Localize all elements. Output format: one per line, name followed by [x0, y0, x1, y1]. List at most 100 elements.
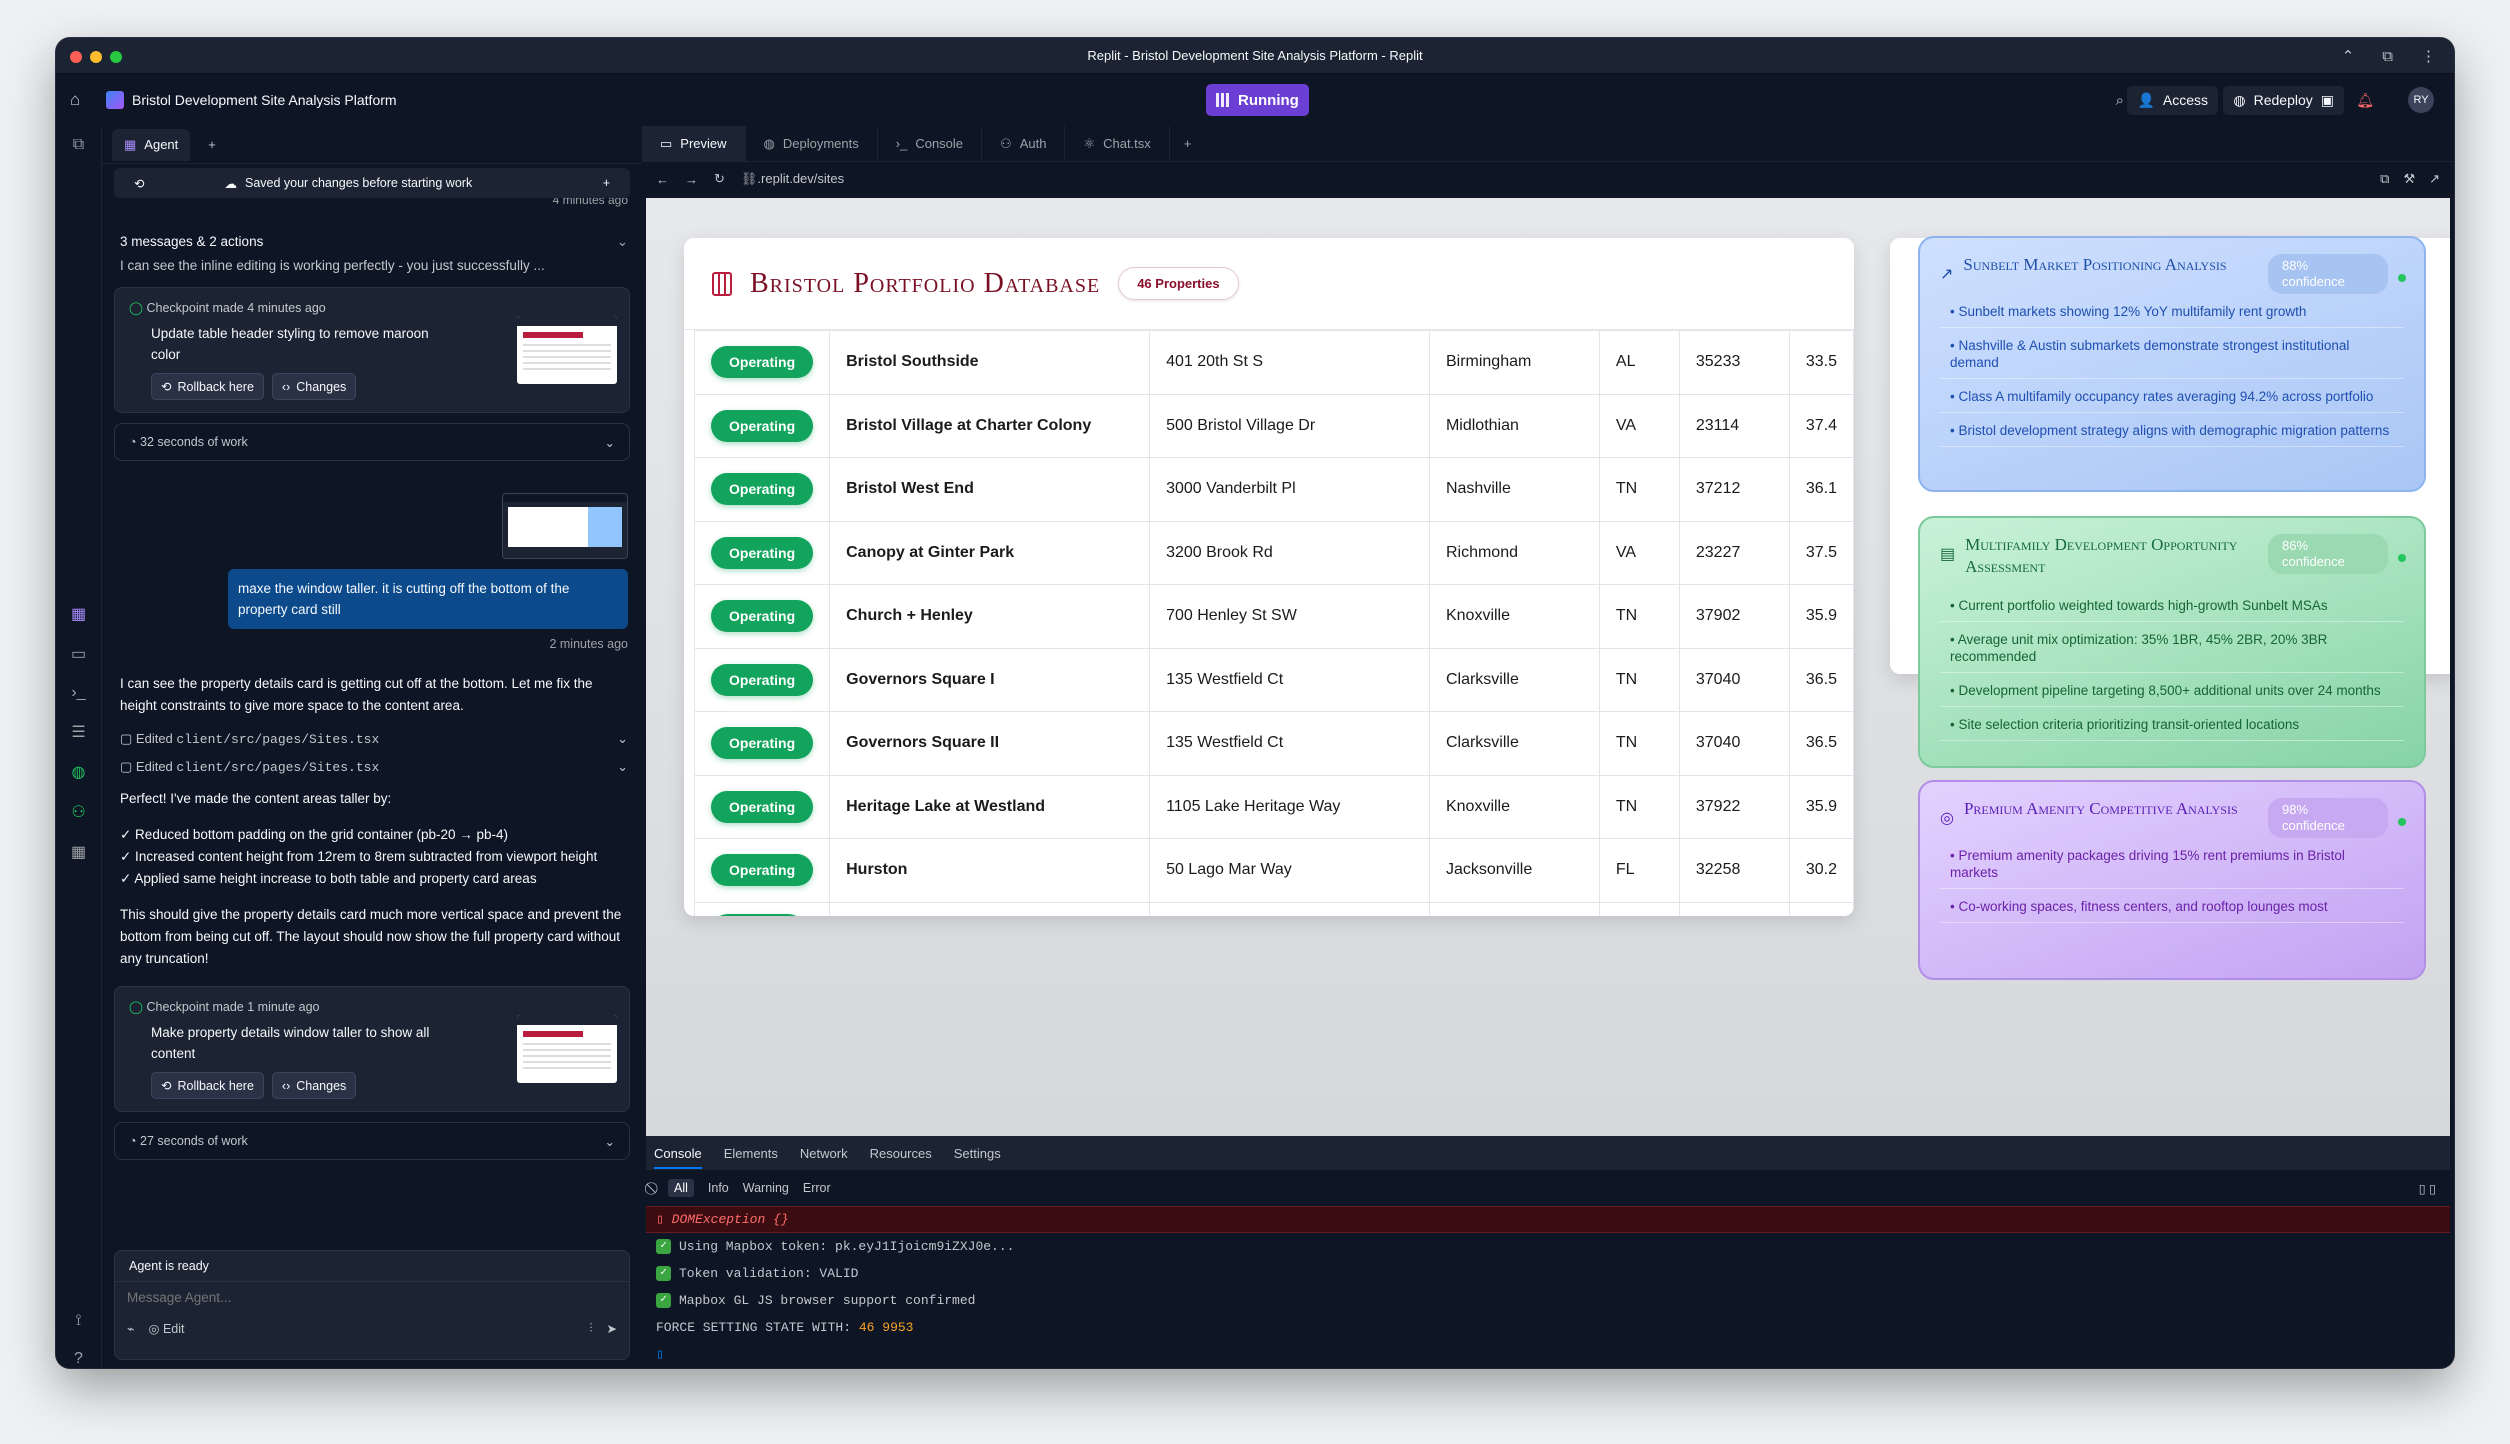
access-button[interactable]: 👤 Access [2127, 86, 2218, 115]
table-row-partial [693, 901, 1854, 916]
status-badge[interactable]: Operating [711, 473, 814, 506]
insight-card[interactable]: ◎ Premium Amenity Competitive Analysis 98%… [1918, 780, 2426, 980]
database-icon[interactable]: ☰ [71, 722, 85, 742]
history-icon[interactable]: ⟲ [134, 176, 144, 191]
table-row[interactable]: Operating Canopy at Ginter Park 3200 Brook… [693, 520, 1854, 585]
filter-warning[interactable]: Warning [743, 1181, 789, 1195]
table-row[interactable]: Operating Bristol Village at Charter Colo… [693, 393, 1854, 458]
chevron-down-icon[interactable]: ⌄ [617, 234, 628, 250]
rollback-button[interactable]: ⟲ Rollback here [151, 1072, 264, 1099]
add-tab-icon[interactable]: + [208, 137, 216, 152]
status-badge-cell [693, 901, 831, 916]
redeploy-button[interactable]: ◍ Redeploy ▣ [2223, 86, 2344, 115]
url-field[interactable]: ⛓.replit.dev/sites [741, 171, 844, 187]
more-icon[interactable]: ⋮ [2421, 47, 2436, 65]
help-icon[interactable]: ? [74, 1350, 83, 1368]
status-badge[interactable]: Operating [711, 663, 814, 696]
dock-icon[interactable]: ▯ ▯ [2419, 1181, 2450, 1196]
user-attachment-thumbnail[interactable] [502, 493, 628, 559]
insight-card[interactable]: ↗ Sunbelt Market Positioning Analysis 88% … [1918, 236, 2426, 492]
devtools-tab-network[interactable]: Network [800, 1146, 848, 1161]
devtools-tab-console[interactable]: Console [654, 1146, 702, 1169]
insight-card[interactable]: ▤ Multifamily Development Opportunity Ass… [1918, 516, 2426, 768]
status-badge[interactable]: Operating [711, 536, 814, 569]
files-icon[interactable]: ⧉ [73, 136, 84, 154]
zoom-window-button[interactable] [110, 51, 122, 63]
devtools-tab-settings[interactable]: Settings [954, 1146, 1001, 1161]
tab-agent[interactable]: ▦ Agent [112, 128, 191, 161]
tab-deployments[interactable]: ◍ Deployments [746, 125, 878, 162]
status-badge[interactable]: Operating [711, 600, 814, 633]
users-rail-icon[interactable]: ⚇ [71, 802, 85, 822]
filter-error[interactable]: Error [803, 1181, 831, 1195]
chevron-down-icon[interactable]: ⌄ [605, 1134, 615, 1149]
rollback-button[interactable]: ⟲ Rollback here [151, 373, 264, 400]
shell-icon[interactable]: ›_ [71, 684, 85, 702]
close-window-button[interactable] [70, 51, 82, 63]
status-badge[interactable]: Operating [711, 854, 814, 887]
deploy-rail-icon[interactable]: ◍ [72, 762, 86, 782]
table-row[interactable]: Operating Governors Square II 135 Westfiel… [693, 711, 1854, 776]
project-name[interactable]: Bristol Development Site Analysis Platfo… [132, 92, 397, 108]
open-external-icon[interactable]: ↗ [2429, 171, 2440, 187]
tab-preview[interactable]: ▭ Preview [642, 125, 746, 162]
table-row[interactable]: Operating Church + Henley 700 Henley St SW… [693, 584, 1854, 649]
tab-console[interactable]: ›_ Console [878, 125, 983, 162]
run-button[interactable]: Running [1206, 84, 1309, 116]
edit-mode-button[interactable]: ◎ Edit [149, 1321, 185, 1336]
table-row[interactable]: Operating Bristol West End 3000 Vanderbilt… [693, 457, 1854, 522]
send-icon[interactable]: ➤ [607, 1321, 617, 1336]
extensions-icon[interactable]: ⧉ [2382, 48, 2393, 65]
error-icon: ▯ [656, 1212, 664, 1227]
devtools-tab-elements[interactable]: Elements [724, 1146, 778, 1161]
add-tab-icon[interactable]: + [1170, 136, 1192, 151]
settings-sliders-icon[interactable]: ⫶ [589, 1321, 592, 1336]
minimize-window-button[interactable] [90, 51, 102, 63]
status-badge[interactable]: Operating [711, 790, 814, 823]
checkpoint-thumbnail[interactable] [517, 316, 617, 384]
wrench-icon[interactable]: ⚒ [2403, 171, 2415, 187]
property-latitude: 36.5 [1805, 670, 1837, 688]
devices-icon[interactable]: ⧉ [2380, 171, 2389, 187]
attach-icon[interactable]: ⌁ [127, 1321, 135, 1336]
summary-block[interactable]: 3 messages & 2 actions ⌄ I can see the in… [102, 208, 642, 273]
table-row[interactable]: Operating Hurston 50 Lago Mar Way Jacksonvi… [693, 838, 1854, 903]
forward-icon[interactable]: → [685, 172, 698, 187]
edited-file-row[interactable]: ▢ Edited client/src/pages/Sites.tsx ⌄ [120, 731, 628, 747]
changes-button[interactable]: ‹› Changes [271, 373, 357, 400]
edited-file-row[interactable]: ▢ Edited client/src/pages/Sites.tsx ⌄ [120, 759, 628, 775]
tab-chat-file[interactable]: ⚛ Chat.tsx [1065, 125, 1170, 162]
filter-all[interactable]: All [668, 1179, 694, 1197]
checkpoint-thumbnail[interactable] [517, 1015, 617, 1083]
filter-info[interactable]: Info [708, 1181, 729, 1195]
table-row[interactable]: Operating Heritage Lake at Westland 1105 L… [693, 774, 1854, 839]
search-icon[interactable]: ⌕ [2116, 92, 2124, 109]
chevron-down-icon[interactable]: ⌄ [617, 731, 628, 747]
changes-button[interactable]: ‹› Changes [271, 1072, 357, 1099]
table-row[interactable]: Operating Bristol Southside 401 20th St S B… [693, 330, 1854, 395]
chevron-down-icon[interactable]: ⌄ [617, 759, 628, 775]
agent-rail-icon[interactable]: ▦ [71, 604, 86, 624]
chevron-down-icon[interactable]: ⌄ [605, 435, 615, 450]
property-name: Canopy at Ginter Park [846, 543, 1015, 561]
notifications-icon[interactable]: 🔔︎ [2356, 92, 2374, 109]
status-badge[interactable]: Operating [711, 346, 814, 379]
status-badge[interactable]: Operating [711, 409, 814, 442]
console-prompt[interactable]: ▯ [646, 1341, 2450, 1368]
rocket-icon[interactable]: ⟟ [76, 1312, 82, 1330]
message-input[interactable] [115, 1282, 629, 1313]
work-summary[interactable]: ◔ 32 seconds of work ⌄ [114, 423, 630, 461]
home-icon[interactable]: ⌂ [70, 90, 80, 110]
avatar[interactable]: RY [2408, 87, 2434, 113]
back-icon[interactable]: ← [656, 172, 669, 187]
table-row[interactable]: Operating Governors Square I 135 Westfield… [693, 647, 1854, 712]
preview-icon[interactable]: ▭ [71, 644, 86, 664]
work-summary[interactable]: ◔ 27 seconds of work ⌄ [114, 1122, 630, 1160]
apps-icon[interactable]: ▦ [71, 842, 86, 862]
status-badge[interactable]: Operating [711, 727, 814, 760]
reload-icon[interactable]: ↻ [714, 171, 725, 187]
tab-auth[interactable]: ⚇ Auth [982, 125, 1066, 162]
devtools-tab-resources[interactable]: Resources [870, 1146, 932, 1161]
chevron-up-icon[interactable]: ⌃ [2342, 47, 2355, 65]
plus-icon[interactable]: + [603, 176, 610, 190]
